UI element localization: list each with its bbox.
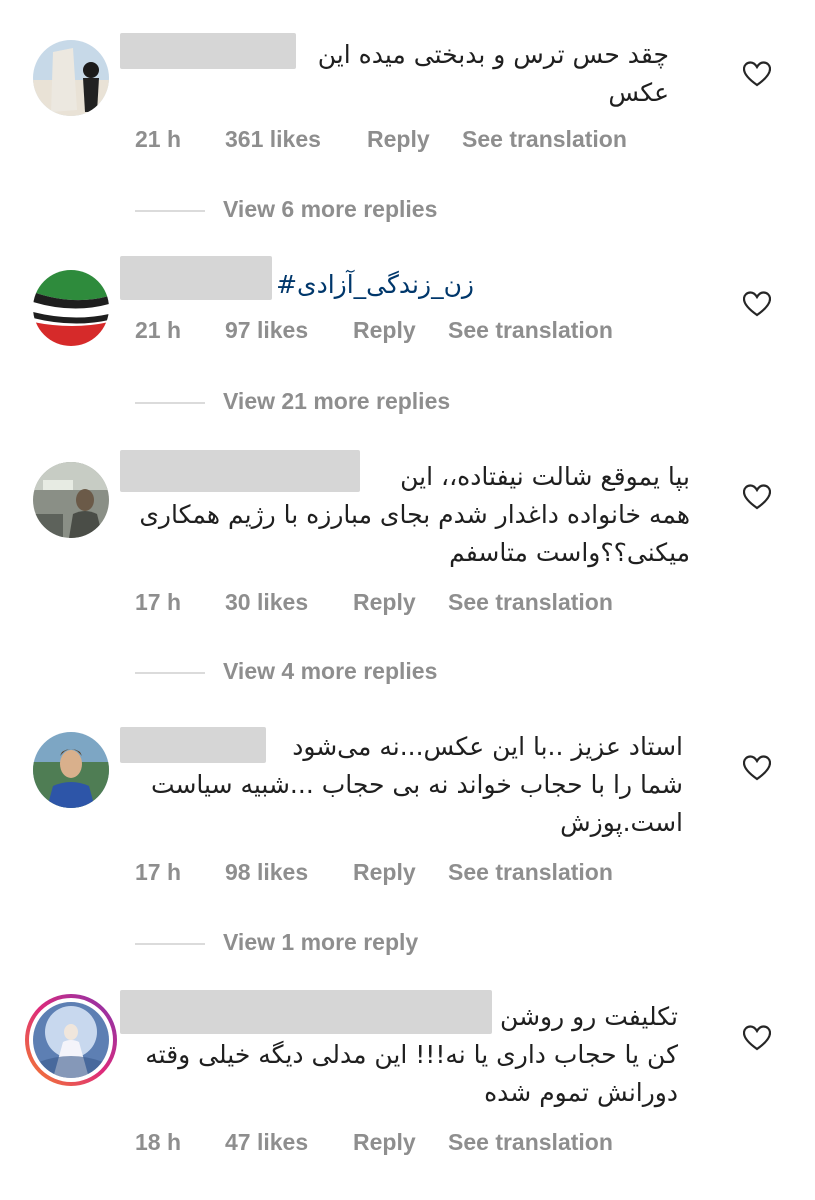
comment-line: عکس [608, 78, 669, 107]
see-translation-link[interactable]: See translation [448, 1129, 613, 1156]
comment-text: استاد عزیز ..با این عکس...نه می‌شود شما … [132, 728, 683, 842]
view-replies-label[interactable]: View 4 more replies [223, 658, 437, 685]
see-translation-link[interactable]: See translation [462, 126, 627, 153]
reply-button[interactable]: Reply [353, 589, 416, 616]
timestamp: 18 h [135, 1129, 182, 1155]
see-translation-link[interactable]: See translation [448, 589, 613, 616]
reply-button[interactable]: Reply [367, 126, 430, 153]
heart-outline-icon[interactable] [743, 61, 771, 87]
reply-button[interactable]: Reply [353, 859, 416, 886]
timestamp: 17 h [135, 589, 182, 615]
comment-line: میکنی؟؟واست متاسفم [449, 538, 690, 567]
see-translation-link[interactable]: See translation [448, 859, 613, 886]
comment-line: بپا یموقع شالت نیفتاده،، این [400, 462, 690, 491]
replies-divider [135, 402, 205, 404]
comment-line: کن یا حجاب داری یا نه!!! این مدلی دیگه خ… [145, 1040, 678, 1069]
timestamp: 21 h [135, 126, 182, 152]
likes-count[interactable]: 30 likes [225, 589, 308, 616]
timestamp: 17 h [135, 859, 182, 885]
heart-outline-icon[interactable] [743, 291, 771, 317]
view-replies-label[interactable]: View 1 more reply [223, 929, 418, 956]
reply-button[interactable]: Reply [353, 317, 416, 344]
likes-count[interactable]: 361 likes [225, 126, 321, 153]
hashtag-link[interactable]: زن_زندگی_آزادی# [132, 266, 474, 304]
see-translation-link[interactable]: See translation [448, 317, 613, 344]
avatar[interactable] [33, 732, 109, 808]
avatar[interactable] [33, 1002, 109, 1078]
replies-divider [135, 672, 205, 674]
likes-count[interactable]: 98 likes [225, 859, 308, 886]
heart-outline-icon[interactable] [743, 484, 771, 510]
comment-line: است.پوزش [560, 808, 683, 837]
comment-line: چقد حس ترس و بدبختی میده این [317, 40, 669, 69]
comment-text: چقد حس ترس و بدبختی میده این عکس [132, 36, 669, 112]
heart-outline-icon[interactable] [743, 1025, 771, 1051]
comment-text: بپا یموقع شالت نیفتاده،، این همه خانواده… [132, 458, 690, 572]
heart-outline-icon[interactable] [743, 755, 771, 781]
comment-text: تکلیفت رو روشن کن یا حجاب داری یا نه!!! … [132, 998, 678, 1112]
replies-divider [135, 943, 205, 945]
likes-count[interactable]: 47 likes [225, 1129, 308, 1156]
comment-line: همه خانواده داغدار شدم بجای مبارزه با رژ… [139, 500, 690, 529]
comment-line: تکلیفت رو روشن [500, 1002, 678, 1031]
replies-divider [135, 210, 205, 212]
avatar[interactable] [33, 40, 109, 116]
timestamp: 21 h [135, 317, 182, 343]
view-replies-label[interactable]: View 6 more replies [223, 196, 437, 223]
comment-line: استاد عزیز ..با این عکس...نه می‌شود [292, 732, 683, 761]
comment-line: دورانش تموم شده [484, 1078, 678, 1107]
comment-line: شما را با حجاب خواند نه بی حجاب ...شبیه … [150, 770, 683, 799]
likes-count[interactable]: 97 likes [225, 317, 308, 344]
avatar[interactable] [33, 270, 109, 346]
reply-button[interactable]: Reply [353, 1129, 416, 1156]
view-replies-label[interactable]: View 21 more replies [223, 388, 450, 415]
avatar[interactable] [33, 462, 109, 538]
comment-text: زن_زندگی_آزادی# [132, 266, 474, 304]
